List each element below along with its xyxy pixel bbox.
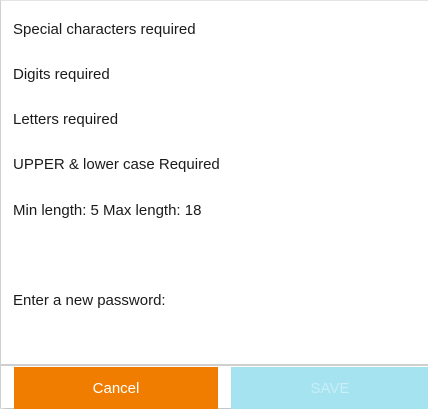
footer-divider bbox=[1, 364, 428, 366]
cancel-button[interactable]: Cancel bbox=[14, 367, 218, 409]
requirement-case: UPPER & lower case Required bbox=[13, 156, 220, 173]
requirement-length: Min length: 5 Max length: 18 bbox=[13, 202, 202, 219]
password-dialog: Special characters required Digits requi… bbox=[0, 0, 428, 409]
save-button[interactable]: SAVE bbox=[231, 367, 428, 409]
new-password-prompt: Enter a new password: bbox=[13, 292, 166, 309]
requirement-digits: Digits required bbox=[13, 66, 110, 83]
requirement-special-characters: Special characters required bbox=[13, 21, 196, 38]
requirement-letters: Letters required bbox=[13, 111, 119, 128]
